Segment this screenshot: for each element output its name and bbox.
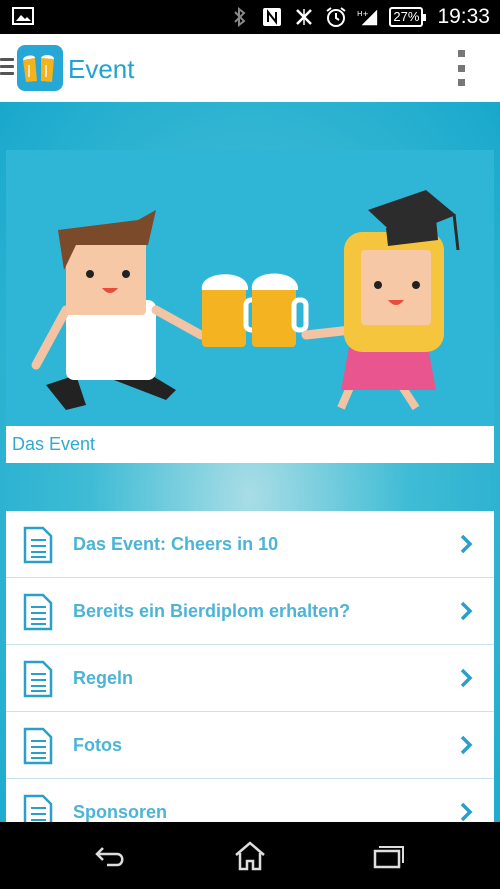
list-item[interactable]: Sponsoren [6, 779, 494, 822]
status-bar: H+ 27% 19:33 [0, 0, 500, 34]
chevron-right-icon [460, 534, 473, 554]
document-icon [23, 794, 53, 822]
list-item-label: Bereits ein Bierdiplom erhalten? [73, 600, 351, 621]
chevron-right-icon [460, 802, 473, 822]
menu-list: Das Event: Cheers in 10 Bereits ein Bier… [6, 511, 494, 822]
document-icon [23, 727, 53, 765]
document-icon [23, 526, 53, 564]
system-nav-bar [0, 822, 500, 889]
beer-mugs [201, 273, 309, 347]
hero-caption[interactable]: Das Event [6, 426, 494, 463]
list-item-label: Das Event: Cheers in 10 [73, 533, 279, 554]
document-icon [23, 660, 53, 698]
list-item-label: Sponsoren [73, 801, 168, 822]
vibrate-icon [293, 6, 315, 28]
content-area[interactable]: Das Event Das Event: Cheers in 10 Bereit… [0, 102, 500, 822]
image-notification-icon [12, 7, 34, 25]
clock: 19:33 [437, 5, 490, 28]
battery-indicator: 27% [389, 7, 427, 27]
svg-text:H+: H+ [357, 9, 369, 18]
page-title: Event [68, 54, 135, 84]
list-item-label: Fotos [73, 734, 122, 755]
girl-character [301, 190, 460, 411]
recent-apps-icon[interactable] [368, 838, 408, 874]
home-icon[interactable] [230, 838, 270, 874]
chevron-right-icon [460, 601, 473, 621]
chevron-right-icon [460, 735, 473, 755]
hero-illustration [6, 150, 494, 428]
app-bar: Event [0, 34, 500, 102]
signal-icon: H+ [357, 6, 379, 28]
list-item[interactable]: Regeln [6, 645, 494, 712]
list-item[interactable]: Fotos [6, 712, 494, 779]
bluetooth-icon [229, 6, 251, 28]
menu-drawer-icon[interactable] [0, 58, 14, 78]
chevron-right-icon [460, 668, 473, 688]
list-item-label: Regeln [73, 667, 134, 688]
boy-character [31, 210, 206, 410]
overflow-menu-icon[interactable] [456, 50, 466, 86]
list-item[interactable]: Bereits ein Bierdiplom erhalten? [6, 578, 494, 645]
list-item[interactable]: Das Event: Cheers in 10 [6, 511, 494, 578]
back-icon[interactable] [90, 838, 130, 874]
app-logo[interactable] [17, 45, 63, 91]
document-icon [23, 593, 53, 631]
nfc-icon [261, 6, 283, 28]
alarm-icon [325, 6, 347, 28]
